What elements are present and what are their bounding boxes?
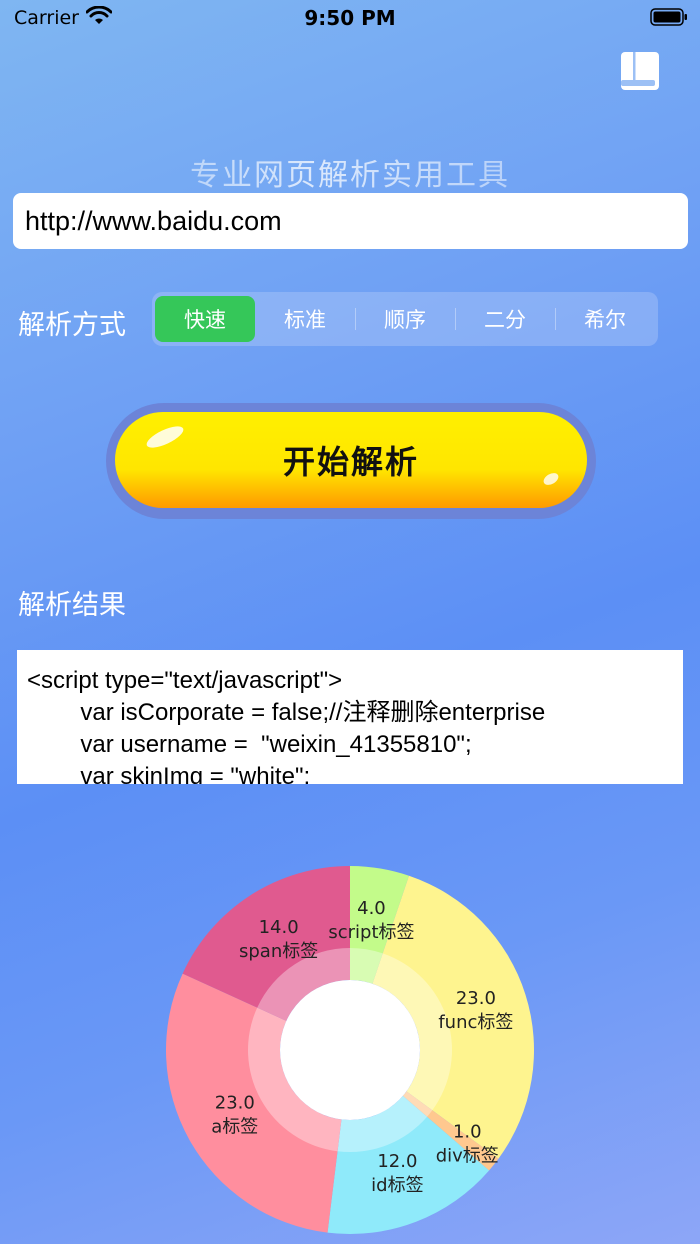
result-line: var username = "weixin_41355810";: [27, 731, 472, 758]
pie-value-label-0: 4.0: [357, 898, 386, 919]
result-line: var skinImg = "white";: [27, 763, 311, 784]
start-parse-label: 开始解析: [282, 443, 419, 481]
pie-value-label-1: 23.0: [456, 988, 496, 1009]
result-text-view[interactable]: <script type="text/javascript"> var isCo…: [17, 650, 683, 784]
pie-category-label-4: a标签: [211, 1116, 258, 1137]
url-input[interactable]: [13, 193, 688, 249]
book-icon[interactable]: [619, 50, 661, 92]
pie-category-label-2: div标签: [436, 1146, 499, 1167]
result-line: <script type="text/javascript">: [27, 667, 343, 694]
battery-icon: [650, 8, 687, 26]
parse-mode-segmented-control: 快速 标准 顺序 二分 希尔: [152, 292, 658, 346]
donut-hole: [280, 980, 420, 1120]
pie-category-label-1: func标签: [438, 1012, 513, 1033]
segment-sequential[interactable]: 顺序: [355, 296, 455, 342]
button-shine: [541, 470, 561, 488]
segment-binary[interactable]: 二分: [455, 296, 555, 342]
page-subtitle: 专业网页解析实用工具: [0, 150, 700, 194]
status-bar: Carrier 9:50 PM: [0, 0, 700, 36]
clock: 9:50 PM: [304, 6, 396, 30]
segment-shell[interactable]: 希尔: [555, 296, 655, 342]
pie-value-label-2: 1.0: [453, 1122, 482, 1143]
pie-value-label-5: 14.0: [259, 917, 299, 938]
parse-mode-label: 解析方式: [18, 310, 126, 341]
pie-category-label-0: script标签: [328, 922, 414, 943]
segment-fast[interactable]: 快速: [155, 296, 255, 342]
pie-category-label-5: span标签: [239, 941, 318, 962]
segment-standard[interactable]: 标准: [255, 296, 355, 342]
start-parse-button[interactable]: 开始解析: [115, 412, 587, 508]
button-shine: [143, 422, 187, 452]
tag-distribution-donut-chart: 4.0 script标签 23.0 func标签 1.0 div标签 12.0 id标签 23.…: [166, 866, 534, 1234]
result-line: var isCorporate = false;//注释删除enterprise: [27, 699, 546, 726]
start-button-frame: 开始解析: [106, 403, 596, 519]
pie-value-label-4: 23.0: [215, 1092, 255, 1113]
pie-value-label-3: 12.0: [377, 1151, 417, 1172]
result-label: 解析结果: [18, 590, 126, 621]
pie-category-label-3: id标签: [371, 1175, 423, 1196]
